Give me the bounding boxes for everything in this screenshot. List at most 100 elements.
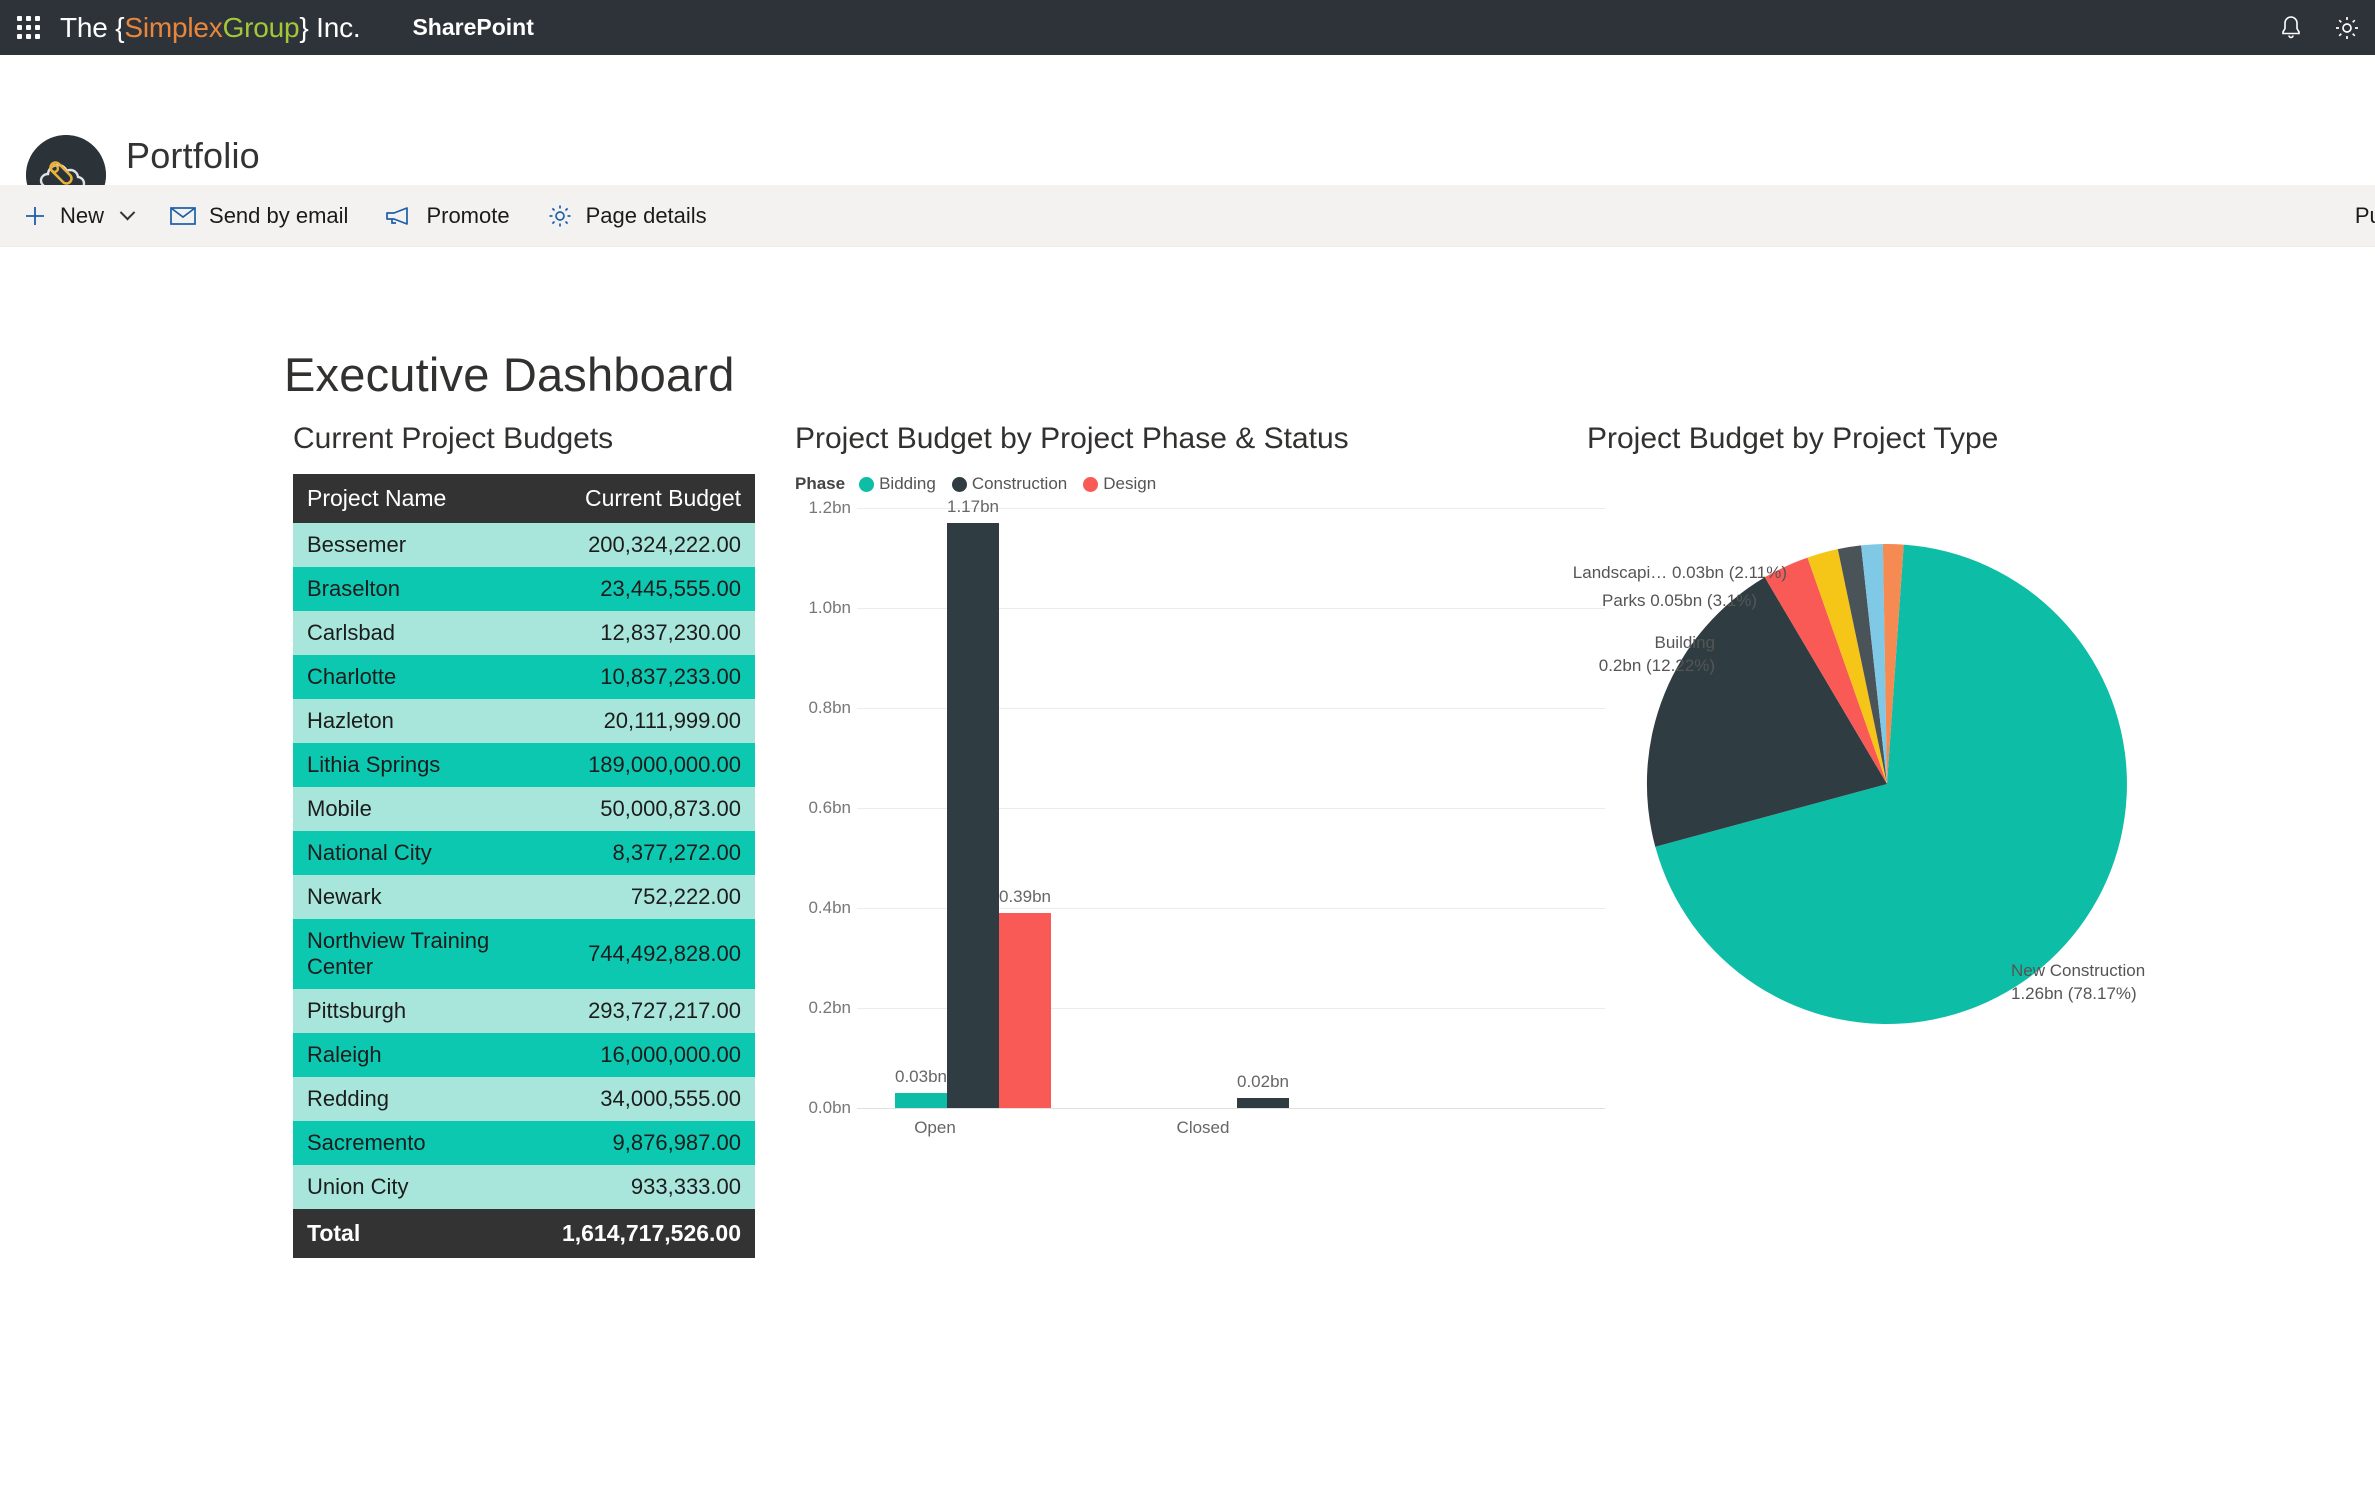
cell-project-name: Union City [293, 1165, 524, 1209]
suite-bar: The {SimplexGroup} Inc. SharePoint [0, 0, 2375, 55]
settings-button[interactable] [2319, 0, 2375, 55]
column-header-current-budget[interactable]: Current Budget [524, 474, 755, 523]
page-details-button[interactable]: Page details [546, 202, 729, 230]
pie-callout-building: Building 0.2bn (12.22%) [1407, 632, 1715, 678]
megaphone-icon [386, 206, 409, 225]
chart-legend: Phase Bidding Construction Design [795, 474, 1605, 494]
gear-icon [2336, 16, 2358, 39]
pie-callout-new-construction: New Construction 1.26bn (78.17%) [2011, 960, 2145, 1006]
legend-item-construction[interactable]: Construction [951, 474, 1068, 494]
table-row[interactable]: Redding 34,000,555.00 [293, 1077, 755, 1121]
pie-callout-parks: Parks 0.05bn (3.1%) [1407, 590, 1757, 613]
y-tick: 0.8bn [808, 698, 851, 717]
bell-icon [2282, 15, 2300, 38]
y-tick: 1.2bn [808, 498, 851, 517]
org-brand[interactable]: The {SimplexGroup} Inc. [56, 11, 361, 44]
bar-group-closed: 0.02bn [1237, 508, 1289, 1108]
sharepoint-app-name[interactable]: SharePoint [412, 14, 533, 41]
brand-pre: The { [60, 11, 125, 43]
brand-simplex: Simplex [124, 11, 223, 43]
cell-budget: 12,837,230.00 [524, 611, 755, 655]
site-header: VPO Portfolio Home Project Online Projec… [0, 55, 2375, 288]
y-axis: 0.0bn 0.2bn 0.4bn 0.6bn 0.8bn 1.0bn 1.2b… [795, 498, 857, 1117]
new-label: New [60, 202, 105, 228]
cell-budget: 20,111,999.00 [524, 699, 755, 743]
cell-budget: 933,333.00 [524, 1165, 755, 1209]
plus-icon [26, 206, 44, 225]
cell-budget: 293,727,217.00 [524, 989, 755, 1033]
legend-label: Bidding [879, 474, 936, 493]
table-row[interactable]: Northview Training Center 744,492,828.00 [293, 919, 755, 989]
bar-open-bidding[interactable]: 0.03bn [895, 1067, 947, 1108]
webpart-title: Project Budget by Project Type [1587, 422, 1999, 455]
y-tick: 0.2bn [808, 998, 851, 1017]
bar-closed-construction[interactable]: 0.02bn [1237, 1072, 1289, 1108]
project-budget-table: Project Name Current Budget Bessemer 200,… [293, 474, 755, 1258]
table-row[interactable]: Pittsburgh 293,727,217.00 [293, 989, 755, 1033]
x-tick-open: Open [914, 1118, 956, 1137]
legend-label: Construction [971, 474, 1068, 493]
webpart-title: Project Budget by Project Phase & Status [795, 422, 1349, 455]
new-button[interactable]: New [22, 203, 155, 229]
legend-label: Design [1103, 474, 1157, 493]
table-row[interactable]: Raleigh 16,000,000.00 [293, 1033, 755, 1077]
promote-button[interactable]: Promote [384, 203, 531, 229]
pie-callout-line1: Parks 0.05bn (3.1%) [1602, 591, 1757, 610]
table-row[interactable]: Bessemer 200,324,222.00 [293, 523, 755, 567]
cell-budget: 744,492,828.00 [524, 919, 755, 989]
legend-swatch [859, 476, 875, 492]
table-row[interactable]: Newark 752,222.00 [293, 875, 755, 919]
bar-group-open: 0.03bn 1.17bn 0.39bn [895, 497, 1051, 1108]
legend-item-design[interactable]: Design [1083, 474, 1156, 494]
app-launcher-button[interactable] [0, 0, 56, 55]
site-title: Portfolio [126, 135, 260, 176]
cell-project-name: Newark [293, 875, 524, 919]
pie-slices [1646, 543, 2127, 1025]
bar-open-design[interactable]: 0.39bn [999, 887, 1051, 1108]
send-by-email-button[interactable]: Send by email [169, 203, 370, 229]
bar-open-construction[interactable]: 1.17bn [947, 497, 999, 1108]
cell-budget: 200,324,222.00 [524, 523, 755, 567]
table-row[interactable]: Braselton 23,445,555.00 [293, 567, 755, 611]
cell-budget: 10,837,233.00 [524, 655, 755, 699]
legend-swatch [951, 476, 967, 492]
table-row[interactable]: Mobile 50,000,873.00 [293, 787, 755, 831]
y-tick: 0.6bn [808, 798, 851, 817]
webpart-budget-by-project-type: Project Budget by Project Type Landscapi… [1573, 422, 2347, 1114]
total-label: Total [293, 1209, 524, 1258]
mail-icon [170, 206, 196, 225]
table-row[interactable]: Carlsbad 12,837,230.00 [293, 611, 755, 655]
table-row[interactable]: Sacremento 9,876,987.00 [293, 1121, 755, 1165]
send-by-email-label: Send by email [209, 202, 349, 228]
table-row[interactable]: Lithia Springs 189,000,000.00 [293, 743, 755, 787]
pie-callout-line1: New Construction [2011, 961, 2146, 980]
notifications-button[interactable] [2263, 0, 2319, 55]
pie-callout-line2: 1.26bn (78.17%) [2011, 983, 2137, 1003]
cell-project-name: Bessemer [293, 523, 524, 567]
table-row[interactable]: Charlotte 10,837,233.00 [293, 655, 755, 699]
total-value: 1,614,717,526.00 [524, 1209, 755, 1258]
cell-project-name: Hazleton [293, 699, 524, 743]
legend-item-bidding[interactable]: Bidding [859, 474, 936, 494]
publish-button[interactable]: Publish [2355, 185, 2375, 247]
cell-budget: 16,000,000.00 [524, 1033, 755, 1077]
table-row[interactable]: National City 8,377,272.00 [293, 831, 755, 875]
cell-project-name: Mobile [293, 787, 524, 831]
promote-label: Promote [426, 202, 510, 228]
y-tick: 0.4bn [808, 898, 851, 917]
bar-value-label: 0.03bn [895, 1067, 947, 1086]
table-body: Bessemer 200,324,222.00 Braselton 23,445,5… [293, 523, 755, 1258]
command-bar: New Send by email Promote Page details P… [0, 185, 2375, 247]
column-header-project-name[interactable]: Project Name [293, 474, 524, 523]
y-tick: 1.0bn [808, 598, 851, 617]
table-row[interactable]: Hazleton 20,111,999.00 [293, 699, 755, 743]
cell-project-name: Sacremento [293, 1121, 524, 1165]
cell-project-name: Charlotte [293, 655, 524, 699]
table-row[interactable]: Union City 933,333.00 [293, 1165, 755, 1209]
pie-callout-line1: Building [1654, 633, 1716, 652]
cell-project-name: Pittsburgh [293, 989, 524, 1033]
cell-budget: 34,000,555.00 [524, 1077, 755, 1121]
webpart-budget-by-phase-status: Project Budget by Project Phase & Status… [795, 422, 1605, 1148]
brand-group: Group [222, 11, 300, 43]
brand-post: } Inc. [299, 11, 361, 43]
